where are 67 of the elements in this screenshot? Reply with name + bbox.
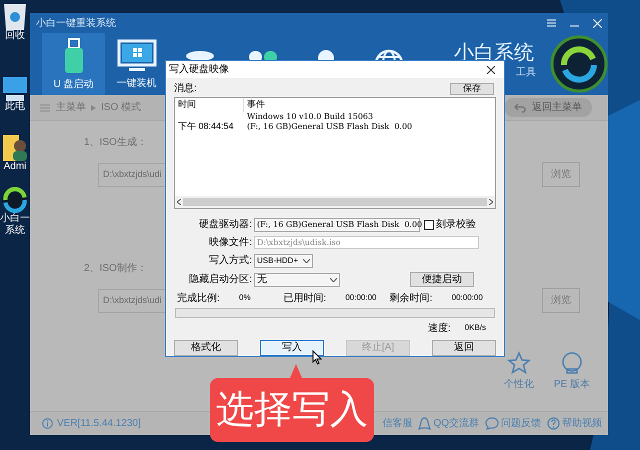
field-label: 硬盘驱动器: bbox=[198, 218, 253, 232]
toolbar-tab[interactable]: U 盘启动 bbox=[42, 33, 105, 95]
messages-label: 消息: bbox=[174, 82, 197, 96]
column-header: 事件 bbox=[243, 98, 265, 112]
dialog-button[interactable]: 返回 bbox=[432, 340, 496, 356]
section-label: 1、ISO生成： bbox=[84, 136, 148, 150]
back-to-menu-button[interactable]: 返回主菜单 bbox=[504, 98, 592, 117]
desktop-icon-label[interactable]: 系统 bbox=[5, 225, 25, 237]
breadcrumb-arrow-icon bbox=[91, 104, 96, 110]
stat-value: 00:00:00 bbox=[452, 292, 483, 304]
return-arrow-icon bbox=[514, 102, 526, 112]
field-label: 映像文件: bbox=[208, 236, 253, 250]
recycle-bin-icon bbox=[4, 4, 26, 30]
stat-label: 剩余时间: bbox=[390, 292, 434, 306]
log-time: 下午 08:44:54 bbox=[178, 120, 234, 134]
penguin-icon bbox=[418, 416, 432, 430]
user-folder-icon bbox=[3, 135, 27, 161]
stat-label: 已用时间: bbox=[283, 292, 328, 306]
desktop-icon-label[interactable]: 回收 bbox=[5, 30, 25, 42]
help-icon bbox=[547, 417, 560, 430]
speed-value: 0KB/s bbox=[464, 322, 486, 334]
section-label: 2、ISO制作： bbox=[84, 262, 148, 276]
horizontal-scrollbar[interactable] bbox=[175, 196, 495, 208]
scroll-left-icon[interactable] bbox=[177, 199, 181, 205]
close-icon[interactable] bbox=[487, 66, 495, 74]
usb-drive-icon bbox=[62, 38, 84, 74]
mouse-cursor-icon bbox=[312, 350, 322, 365]
dialog-title: 写入硬盘映像 bbox=[169, 62, 229, 77]
field-label: 写入方式: bbox=[208, 254, 253, 268]
chat-bubble-icon bbox=[485, 417, 499, 430]
desktop-icon-label[interactable]: Admi bbox=[4, 161, 26, 173]
column-header: 时间 bbox=[177, 98, 197, 112]
star-icon bbox=[506, 351, 531, 375]
quick-boot-button[interactable]: 便捷启动 bbox=[410, 272, 474, 287]
field-label: 隐藏启动分区: bbox=[188, 272, 253, 287]
refresh-logo-icon bbox=[2, 187, 28, 213]
desktop-icon-label[interactable]: 小白一 bbox=[0, 213, 30, 225]
windows-monitor-icon bbox=[116, 39, 156, 73]
checkbox-label[interactable]: 刻录校验 bbox=[436, 217, 476, 232]
verify-checkbox[interactable] bbox=[424, 220, 434, 230]
dialog-button[interactable]: 写入 bbox=[260, 340, 324, 356]
menu-icon[interactable] bbox=[547, 19, 556, 27]
toolbar-tab[interactable]: 一键装机 bbox=[105, 33, 168, 95]
dialog-button[interactable]: 格式化 bbox=[174, 340, 238, 356]
computer-icon bbox=[3, 77, 27, 101]
write-mode-dropdown[interactable]: USB-HDD+ bbox=[254, 254, 313, 268]
desktop-icon-label[interactable]: 此电 bbox=[5, 101, 25, 113]
log-event: (F:, 16 GB)General USB Flash Disk 0.00 bbox=[246, 121, 412, 133]
log-event: Windows 10 v10.0 Build 15063 bbox=[246, 111, 374, 122]
pe-disc-icon bbox=[560, 351, 584, 375]
list-icon bbox=[40, 104, 50, 112]
speed-label: 速度: bbox=[428, 322, 451, 336]
chevron-down-icon bbox=[303, 258, 310, 262]
hidden-partition-dropdown[interactable]: 无 bbox=[254, 272, 340, 286]
drive-dropdown[interactable]: (F:, 16 GB)General USB Flash Disk 0.00 bbox=[254, 218, 420, 232]
chevron-down-icon bbox=[330, 278, 337, 282]
callout-text: 选择写入 bbox=[216, 391, 368, 429]
image-file-field[interactable]: D:\xbxtzjds\udisk.iso bbox=[254, 236, 479, 249]
stat-value: 0% bbox=[239, 292, 251, 304]
scroll-right-icon[interactable] bbox=[489, 199, 493, 205]
window-title: 小白一键重装系统 bbox=[36, 16, 116, 30]
brand-subtitle: 工具 bbox=[516, 66, 536, 80]
info-icon bbox=[42, 418, 53, 429]
save-button[interactable]: 保存 bbox=[450, 82, 494, 94]
version-label: VER[11.5.44.1230] bbox=[57, 417, 141, 431]
app-logo-icon bbox=[550, 35, 608, 93]
stat-value: 00:00:00 bbox=[345, 292, 376, 304]
